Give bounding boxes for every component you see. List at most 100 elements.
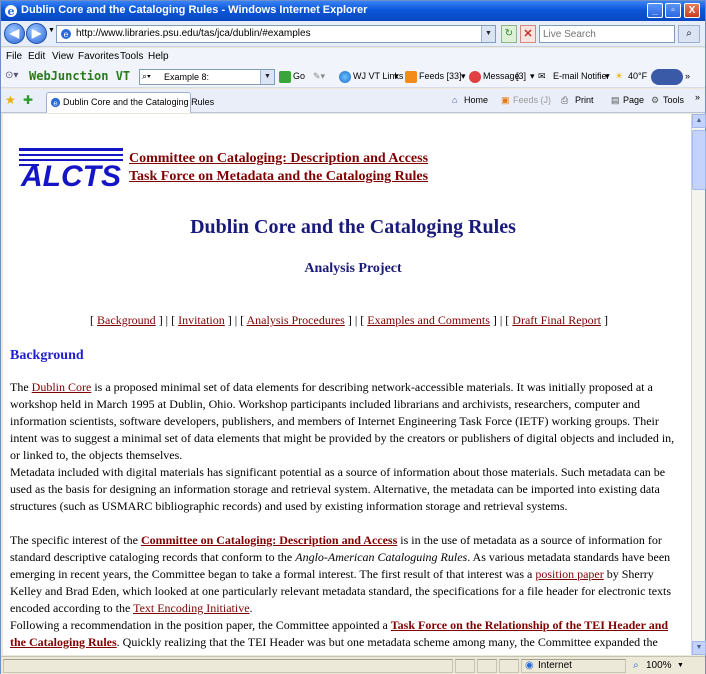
globe-icon [339,71,351,83]
menu-edit[interactable]: Edit [28,51,45,62]
back-button[interactable]: ◀ [4,23,25,44]
logo-text: ALCTS [20,160,121,190]
menu-tools[interactable]: Tools [120,51,143,62]
search-button[interactable]: ⌕ [678,25,700,43]
maximize-button[interactable]: ▫ [665,3,681,18]
wj-links-dropdown-icon[interactable]: ▾ [394,71,399,82]
go-button[interactable]: Go [293,71,305,81]
vertical-scrollbar[interactable]: ▲ ▼ [691,114,706,655]
scrollbar-thumb[interactable] [692,130,706,190]
menu-file[interactable]: File [6,51,22,62]
search-box[interactable] [539,25,675,43]
tab-label: Dublin Core and the Cataloging Rules [63,97,215,107]
address-bar[interactable]: e http://www.libraries.psu.edu/tas/jca/d… [56,25,496,43]
tools-button[interactable]: Tools [663,95,684,105]
ie-logo-icon: e [5,5,17,18]
nav-background[interactable]: Background [97,313,156,327]
scroll-up-icon[interactable]: ▲ [692,114,706,128]
address-dropdown-icon[interactable]: ▼ [481,26,495,42]
p1-text-start: The [10,380,32,394]
p4-text-1: Following a recommendation in the positi… [10,618,391,632]
commandbar-overflow-icon[interactable]: » [695,92,700,102]
p3-text-1: The specific interest of the [10,533,141,547]
zoom-icon: ⌕ [633,660,639,671]
tab-dublin-core[interactable]: e Dublin Core and the Cataloging Rules [46,92,214,113]
committee-link[interactable]: Committee on Cataloging: Description and… [129,150,428,168]
paragraph-1: The Dublin Core is a proposed minimal se… [10,379,682,464]
tab-bar: ★ ✚ e Dublin Core and the Cataloging Rul… [1,89,705,113]
feeds-button[interactable]: Feeds [33] [419,71,462,81]
magnifier-icon: ⌕ [686,28,692,39]
message-dropdown-icon[interactable]: ▾ [530,71,535,82]
forward-arrow-icon: ▶ [31,26,42,40]
history-dropdown-icon[interactable]: ▼ [48,27,55,34]
print-button[interactable]: Print [575,95,594,105]
page-content: ALCTS Committee on Cataloging: Descripti… [3,114,691,655]
toolbar-overflow-icon[interactable]: » [685,71,690,81]
address-toolbar: ◀ ▶ ▼ e http://www.libraries.psu.edu/tas… [1,21,705,47]
title-bar[interactable]: e Dublin Core and the Cataloging Rules -… [1,1,705,21]
message-icon [469,71,481,83]
go-arrow-icon[interactable] [279,71,291,83]
email-notifier-button[interactable]: E-mail Notifier [553,71,610,81]
menu-help[interactable]: Help [148,51,169,62]
dublin-core-link[interactable]: Dublin Core [32,380,92,394]
section-nav: [ Background ] | [ Invitation ] | [ Anal… [90,313,608,327]
example-dropdown-icon[interactable]: ▼ [260,70,274,84]
nav-draft-final-report[interactable]: Draft Final Report [512,313,601,327]
weather-temperature[interactable]: 40°F [628,71,647,81]
nav-invitation[interactable]: Invitation [178,313,225,327]
example-field[interactable]: ⌕▾ Example 8: ▼ [139,69,275,85]
home-icon: ⌂ [452,95,458,105]
refresh-icon[interactable]: ↻ [501,25,517,43]
page-button[interactable]: Page [623,95,644,105]
links-toolbar: ⊙▾ WebJunction VT ⌕▾ Example 8: ▼ Go ✎▾ … [1,66,705,88]
toolbar-extension-icon[interactable] [651,69,683,85]
webjunction-brand[interactable]: WebJunction VT [29,69,130,83]
feeds-icon: ▣ [501,95,510,105]
add-favorites-icon[interactable]: ✚ [23,93,33,107]
nav-analysis-procedures[interactable]: Analysis Procedures [247,313,345,327]
section-heading-background: Background [10,348,84,363]
paragraph-4: Following a recommendation in the positi… [10,617,682,655]
favorites-star-icon[interactable]: ★ [5,93,16,107]
aacr-title: Anglo-American Cataloguing Rules [295,550,468,564]
feeds-tab-button[interactable]: Feeds (J) [513,95,551,105]
minimize-button[interactable]: _ [647,3,663,18]
highlight-icon[interactable]: ✎▾ [313,71,325,82]
internet-globe-icon: ◉ [525,660,534,671]
close-button[interactable]: X [684,3,700,18]
page-menu-icon: ▤ [611,95,620,105]
svg-text:e: e [64,30,69,39]
zoom-dropdown-icon[interactable]: ▼ [677,662,684,669]
message-button[interactable]: Message [483,71,520,81]
tab-page-icon: e [50,97,61,107]
zoom-level[interactable]: 100% [646,660,672,671]
scroll-down-icon[interactable]: ▼ [692,641,706,655]
status-cell-3 [477,659,497,673]
task-force-link[interactable]: Task Force on Metadata and the Catalogin… [129,168,428,186]
email-dropdown-icon[interactable]: ▾ [605,71,610,82]
page-title: Dublin Core and the Cataloging Rules [190,216,516,238]
svg-text:e: e [8,5,15,18]
nav-examples-comments[interactable]: Examples and Comments [367,313,490,327]
search-input[interactable] [540,26,670,42]
tei-link[interactable]: Text Encoding Initiative [133,601,249,615]
toolbar-grip-icon[interactable]: ⊙▾ [5,70,18,81]
feeds-dropdown-icon[interactable]: ▾ [461,71,466,82]
menu-view[interactable]: View [52,51,74,62]
committee-inline-link[interactable]: Committee on Cataloging: Description and… [141,533,397,547]
message-count: [3] [516,71,527,81]
stop-icon[interactable]: ✕ [520,25,536,43]
home-button[interactable]: Home [464,95,488,105]
browser-window: e Dublin Core and the Cataloging Rules -… [0,0,706,674]
printer-icon: ⎙ [561,95,569,105]
position-paper-link[interactable]: position paper [535,567,603,581]
back-arrow-icon: ◀ [9,26,20,40]
forward-button[interactable]: ▶ [26,23,47,44]
sun-weather-icon: ☀ [615,71,624,81]
p1-text-end: is a proposed minimal set of data elemen… [10,380,675,462]
zone-label: Internet [538,660,572,671]
menu-favorites[interactable]: Favorites [78,51,119,62]
zone-cell [521,659,626,673]
